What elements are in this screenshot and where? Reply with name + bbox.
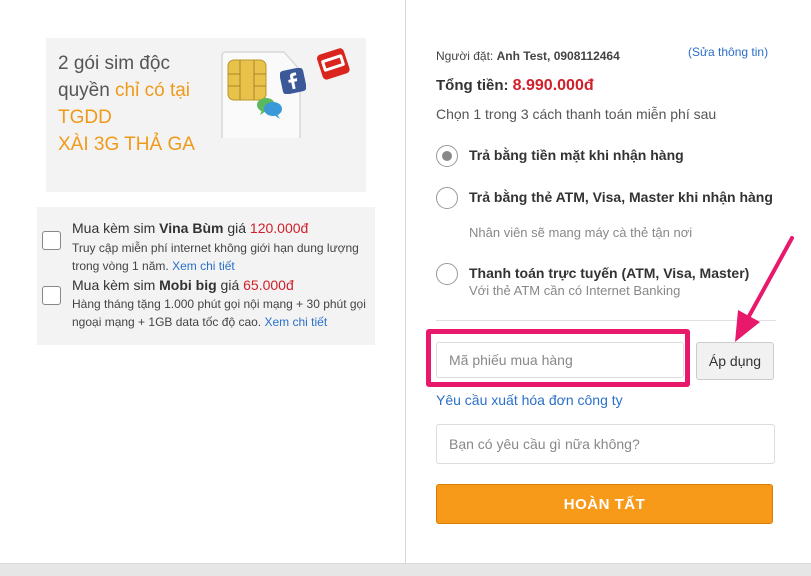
page-footer-strip (0, 563, 811, 576)
checkout-panel: Người đặt: Anh Test, 0908112464 (Sửa thô… (406, 0, 811, 563)
addon-description: Truy cập miễn phí internet không giới hạ… (72, 241, 359, 273)
order-note-input[interactable] (436, 424, 775, 464)
promo-banner[interactable]: 2 gói sim độc quyền chỉ có tại TGDD XÀI 3… (46, 38, 366, 192)
sim-card-icon (221, 51, 301, 138)
payment-option-online-note: Với thẻ ATM cần có Internet Banking (469, 283, 681, 298)
total-amount: 8.990.000đ (512, 77, 594, 94)
addon-description: Hàng tháng tặng 1.000 phút gọi nội mạng … (72, 297, 366, 329)
payment-instruction: Chọn 1 trong 3 cách thanh toán miễn phí … (436, 106, 717, 122)
orderer-info: Người đặt: Anh Test, 0908112464 (436, 49, 620, 63)
edit-info-link[interactable]: (Sửa thông tin) (688, 45, 768, 59)
payment-radio-cash[interactable] (436, 145, 458, 167)
payment-option-card-note: Nhân viên sẽ mang máy cà thẻ tận nơi (469, 225, 693, 240)
company-invoice-link[interactable]: Yêu cầu xuất hóa đơn công ty (436, 392, 623, 408)
addon-item: Mua kèm sim Mobi big giá 65.000đ Hàng th… (37, 277, 375, 339)
order-total: Tổng tiền: 8.990.000đ (436, 77, 594, 94)
promo-text: 2 gói sim độc quyền chỉ có tại TGDD XÀI 3… (58, 50, 198, 158)
apply-coupon-button[interactable]: Áp dụng (696, 342, 774, 380)
payment-option-cash-label[interactable]: Trả bằng tiền mặt khi nhận hàng (469, 146, 779, 164)
payment-radio-online[interactable] (436, 263, 458, 285)
payment-option-card-label[interactable]: Trả bằng thẻ ATM, Visa, Master khi nhận … (469, 188, 779, 206)
annotation-highlight-box (426, 329, 690, 387)
addon-title: Mua kèm sim Mobi big giá 65.000đ (72, 277, 294, 293)
payment-option-online-label[interactable]: Thanh toán trực tuyến (ATM, Visa, Master… (469, 264, 779, 282)
addon-sim-name: Vina Bùm (159, 220, 224, 236)
addon-price: 120.000đ (249, 220, 309, 236)
addon-list: Mua kèm sim Vina Bùm giá 120.000đ Truy c… (37, 207, 375, 345)
promo-slogan: XÀI 3G THẢ GA (58, 134, 195, 155)
addon-details-link[interactable]: Xem chi tiết (172, 259, 235, 273)
facebook-icon (280, 68, 306, 94)
addon-checkbox[interactable] (42, 231, 61, 250)
left-panel: 2 gói sim độc quyền chỉ có tại TGDD XÀI 3… (0, 0, 406, 563)
divider (436, 320, 776, 321)
complete-order-button[interactable]: HOÀN TẤT (436, 484, 773, 524)
youtube-icon (317, 48, 350, 80)
addon-details-link[interactable]: Xem chi tiết (264, 315, 327, 329)
addon-price: 65.000đ (243, 277, 294, 293)
addon-checkbox[interactable] (42, 286, 61, 305)
addon-title: Mua kèm sim Vina Bùm giá 120.000đ (72, 220, 309, 236)
payment-radio-card-on-delivery[interactable] (436, 187, 458, 209)
addon-item: Mua kèm sim Vina Bùm giá 120.000đ Truy c… (37, 215, 375, 277)
orderer-name: Anh Test, 0908112464 (496, 49, 620, 63)
chat-bubbles-icon (257, 98, 282, 119)
addon-sim-name: Mobi big (159, 277, 217, 293)
